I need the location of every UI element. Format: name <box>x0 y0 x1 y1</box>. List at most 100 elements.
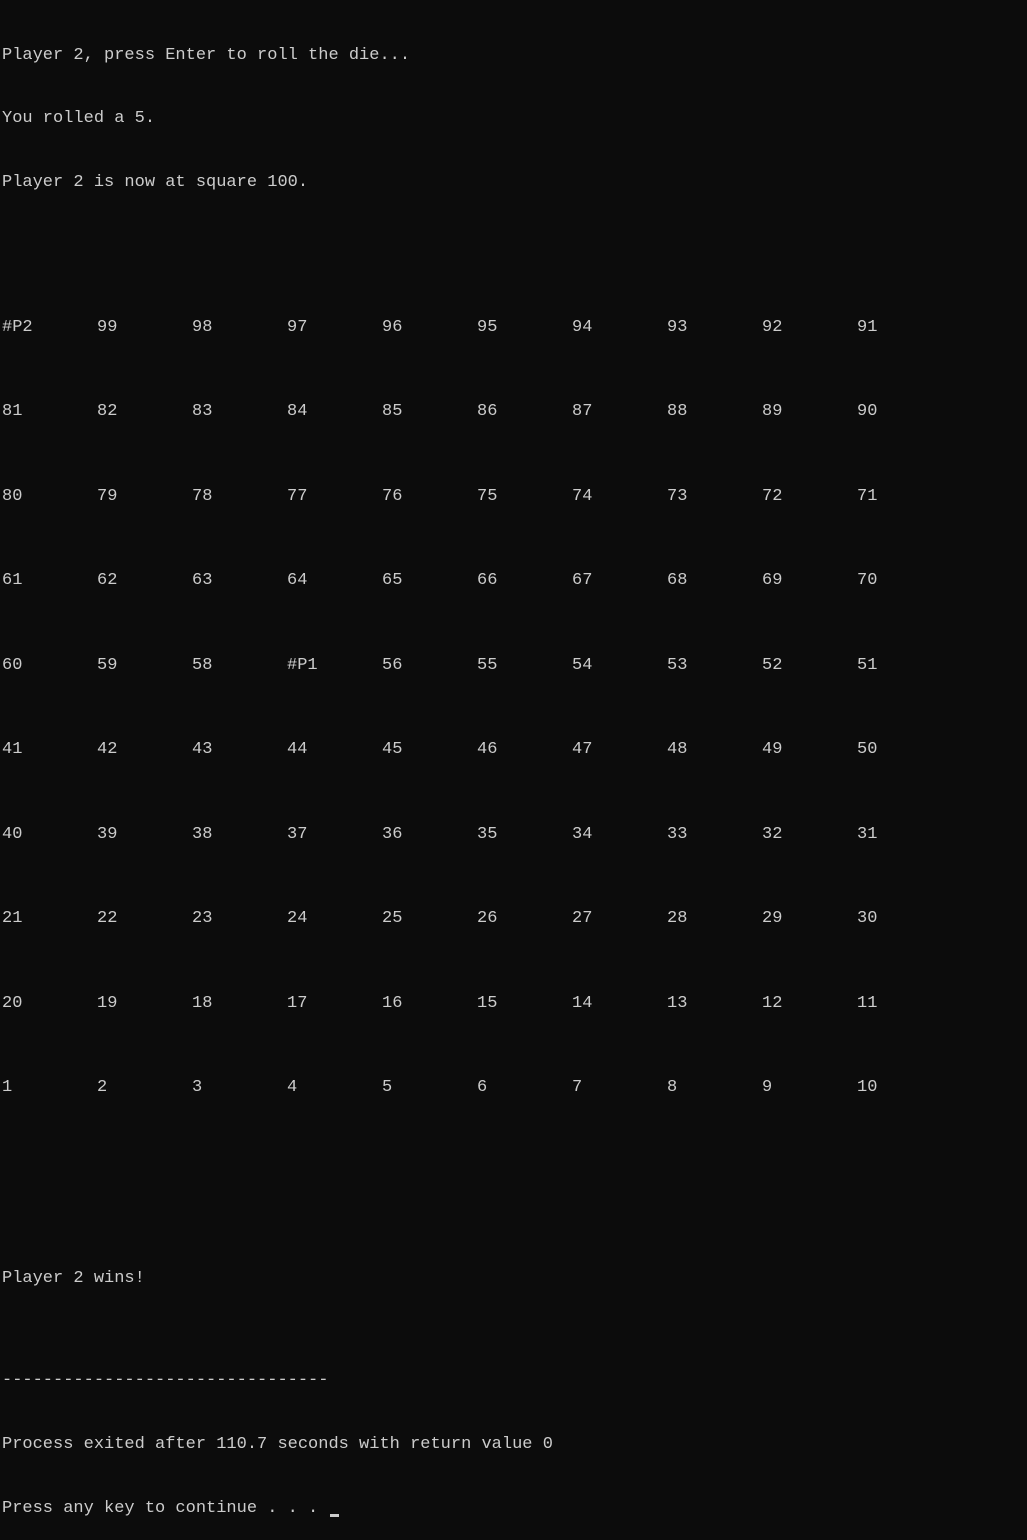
board-cell: 82 <box>97 401 192 422</box>
board-row: 80 79 78 77 76 75 74 73 72 71 <box>2 486 1025 528</box>
separator-line: -------------------------------- <box>2 1370 1025 1391</box>
board-cell: 74 <box>572 486 667 507</box>
board-cell: 27 <box>572 908 667 929</box>
continue-prompt[interactable]: Press any key to continue . . . <box>2 1498 1025 1519</box>
board-cell: 94 <box>572 317 667 338</box>
board-cell: 66 <box>477 570 572 591</box>
position-update: Player 2 is now at square 100. <box>2 172 1025 193</box>
board-cell: 97 <box>287 317 382 338</box>
roll-result: You rolled a 5. <box>2 108 1025 129</box>
board-cell: 36 <box>382 824 477 845</box>
board-cell: 61 <box>2 570 97 591</box>
board-cell: 13 <box>667 993 762 1014</box>
board-cell: 86 <box>477 401 572 422</box>
board-cell: 63 <box>192 570 287 591</box>
board-cell: 26 <box>477 908 572 929</box>
board-cell: 58 <box>192 655 287 676</box>
board-cell: 80 <box>2 486 97 507</box>
board-cell: 17 <box>287 993 382 1014</box>
board-row: 41 42 43 44 45 46 47 48 49 50 <box>2 739 1025 781</box>
board-cell: 22 <box>97 908 192 929</box>
board-cell: 76 <box>382 486 477 507</box>
board-cell: 75 <box>477 486 572 507</box>
board-cell: 59 <box>97 655 192 676</box>
board-cell: 28 <box>667 908 762 929</box>
process-exit-message: Process exited after 110.7 seconds with … <box>2 1434 1025 1455</box>
board-cell: 20 <box>2 993 97 1014</box>
board-cell: 9 <box>762 1077 857 1098</box>
board-cell: 14 <box>572 993 667 1014</box>
win-message: Player 2 wins! <box>2 1268 1025 1289</box>
board-cell: 84 <box>287 401 382 422</box>
board-cell: 65 <box>382 570 477 591</box>
board-cell: 60 <box>2 655 97 676</box>
board-cell: 31 <box>857 824 952 845</box>
board-cell: 69 <box>762 570 857 591</box>
board-cell: 70 <box>857 570 952 591</box>
board-cell: 78 <box>192 486 287 507</box>
board-cell: 98 <box>192 317 287 338</box>
board-cell: 15 <box>477 993 572 1014</box>
board-cell: 93 <box>667 317 762 338</box>
board-cell: 77 <box>287 486 382 507</box>
board-cell: 30 <box>857 908 952 929</box>
board-cell: 38 <box>192 824 287 845</box>
board-cell: 48 <box>667 739 762 760</box>
board-cell: 83 <box>192 401 287 422</box>
board-cell: 56 <box>382 655 477 676</box>
board-row: 20 19 18 17 16 15 14 13 12 11 <box>2 993 1025 1035</box>
board-cell: 34 <box>572 824 667 845</box>
board-cell: #P1 <box>287 655 382 676</box>
board-cell: 72 <box>762 486 857 507</box>
board-cell: 1 <box>2 1077 97 1098</box>
board-cell: 81 <box>2 401 97 422</box>
turn-prompt: Player 2, press Enter to roll the die... <box>2 45 1025 66</box>
board-cell: 85 <box>382 401 477 422</box>
board-cell: 54 <box>572 655 667 676</box>
board-cell: 62 <box>97 570 192 591</box>
board-cell: 16 <box>382 993 477 1014</box>
board-row: 21 22 23 24 25 26 27 28 29 30 <box>2 908 1025 950</box>
board-row: 81 82 83 84 85 86 87 88 89 90 <box>2 401 1025 443</box>
board-cell: 19 <box>97 993 192 1014</box>
board-cell: 90 <box>857 401 952 422</box>
board-cell: 25 <box>382 908 477 929</box>
board-cell: 8 <box>667 1077 762 1098</box>
board-cell: 33 <box>667 824 762 845</box>
board-cell: 10 <box>857 1077 952 1098</box>
board-cell: 55 <box>477 655 572 676</box>
board-cell: 52 <box>762 655 857 676</box>
board-cell: 71 <box>857 486 952 507</box>
board-cell: 50 <box>857 739 952 760</box>
board-cell: 6 <box>477 1077 572 1098</box>
board-cell: 53 <box>667 655 762 676</box>
board-cell: 40 <box>2 824 97 845</box>
board-cell: 49 <box>762 739 857 760</box>
board-cell: 95 <box>477 317 572 338</box>
board-cell: 12 <box>762 993 857 1014</box>
continue-prompt-text: Press any key to continue . . . <box>2 1499 328 1518</box>
board-cell: 43 <box>192 739 287 760</box>
board-cell: 67 <box>572 570 667 591</box>
board-cell: 42 <box>97 739 192 760</box>
terminal-output: Player 2, press Enter to roll the die...… <box>2 2 1025 1540</box>
game-board: #P2 99 98 97 96 95 94 93 92 91 81 82 83 … <box>2 274 1025 1162</box>
board-row: #P2 99 98 97 96 95 94 93 92 91 <box>2 317 1025 359</box>
board-cell: 18 <box>192 993 287 1014</box>
board-row: 40 39 38 37 36 35 34 33 32 31 <box>2 824 1025 866</box>
board-cell: 3 <box>192 1077 287 1098</box>
board-cell: 41 <box>2 739 97 760</box>
board-cell: 5 <box>382 1077 477 1098</box>
board-cell: 87 <box>572 401 667 422</box>
board-cell: 37 <box>287 824 382 845</box>
board-cell: 99 <box>97 317 192 338</box>
board-cell: 21 <box>2 908 97 929</box>
board-cell: 39 <box>97 824 192 845</box>
board-row: 60 59 58 #P1 56 55 54 53 52 51 <box>2 655 1025 697</box>
board-cell: 45 <box>382 739 477 760</box>
cursor-icon <box>330 1514 339 1517</box>
board-cell: 68 <box>667 570 762 591</box>
board-cell: 46 <box>477 739 572 760</box>
board-cell: 29 <box>762 908 857 929</box>
board-cell: 4 <box>287 1077 382 1098</box>
